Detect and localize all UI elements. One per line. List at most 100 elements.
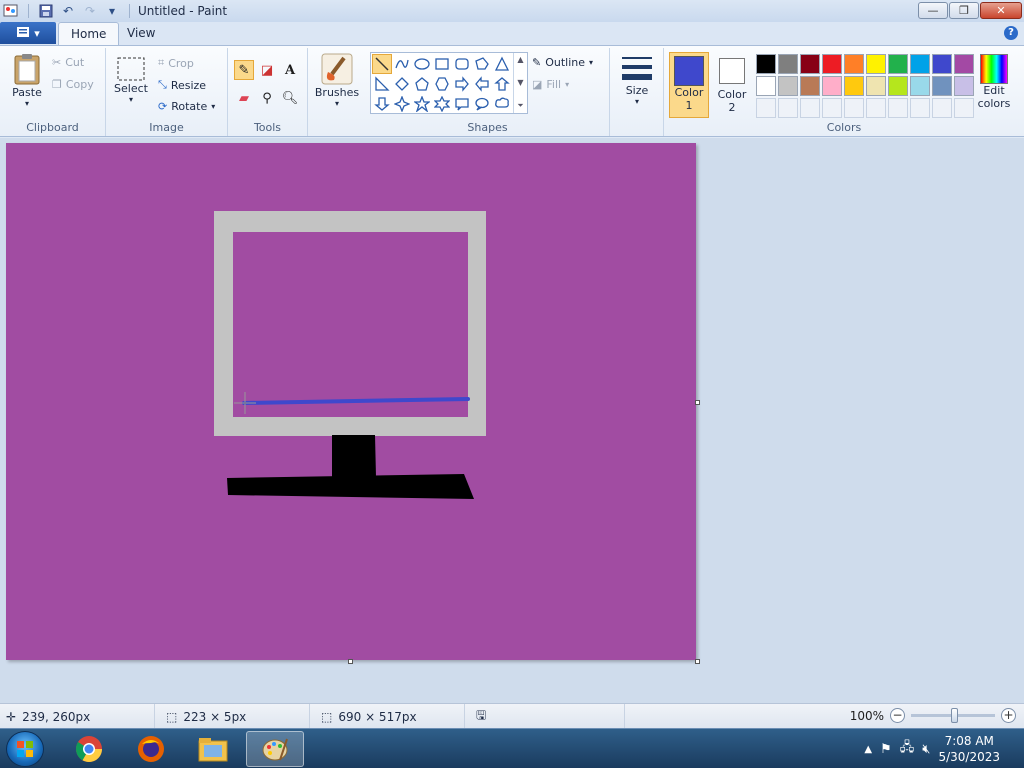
palette-swatch[interactable] — [866, 54, 886, 74]
size-button[interactable]: Size ▾ — [616, 54, 658, 106]
rounded-rectangle-shape-icon[interactable] — [452, 54, 472, 74]
zoom-slider-thumb[interactable] — [951, 708, 958, 723]
custom-color-slot[interactable] — [778, 98, 798, 118]
zoom-slider[interactable] — [911, 708, 995, 723]
polygon-shape-icon[interactable] — [472, 54, 492, 74]
paint-app-icon[interactable] — [2, 2, 20, 20]
pentagon-shape-icon[interactable] — [412, 74, 432, 94]
eraser-icon[interactable]: ▰ — [234, 88, 254, 108]
chevron-down-icon[interactable]: ▼ — [517, 78, 523, 87]
six-point-star-shape-icon[interactable] — [432, 94, 452, 114]
four-point-star-shape-icon[interactable] — [392, 94, 412, 114]
close-button[interactable]: ✕ — [980, 2, 1022, 19]
palette-swatch[interactable] — [910, 54, 930, 74]
chrome-taskbar-button[interactable] — [60, 731, 118, 767]
palette-swatch[interactable] — [932, 54, 952, 74]
triangle-shape-icon[interactable] — [492, 54, 512, 74]
palette-swatch[interactable] — [822, 54, 842, 74]
palette-swatch[interactable] — [822, 76, 842, 96]
color2-button[interactable]: Color 2 — [712, 52, 752, 118]
custom-color-slot[interactable] — [910, 98, 930, 118]
maximize-button[interactable]: ❐ — [949, 2, 979, 19]
palette-swatch[interactable] — [888, 54, 908, 74]
paste-button[interactable]: Paste ▾ — [8, 52, 46, 108]
rect-callout-shape-icon[interactable] — [452, 94, 472, 114]
rectangle-shape-icon[interactable] — [432, 54, 452, 74]
curve-shape-icon[interactable] — [392, 54, 412, 74]
magnifier-icon[interactable]: 🔍︎ — [280, 88, 300, 108]
copy-button[interactable]: ❐ Copy — [52, 78, 94, 91]
start-button[interactable] — [6, 731, 44, 767]
shapes-scrollbar[interactable]: ▲ ▼ ⏷ — [513, 53, 527, 113]
pencil-icon[interactable]: ✎ — [234, 60, 254, 80]
palette-swatch[interactable] — [756, 54, 776, 74]
action-center-icon[interactable]: ⚑ — [880, 742, 892, 757]
resize-button[interactable]: ⤡ Resize — [158, 78, 206, 92]
custom-color-slot[interactable] — [954, 98, 974, 118]
resize-handle-right[interactable] — [695, 400, 700, 405]
system-clock[interactable]: 7:08 AM 5/30/2023 — [938, 733, 1000, 765]
up-arrow-shape-icon[interactable] — [492, 74, 512, 94]
palette-swatch[interactable] — [800, 76, 820, 96]
expand-gallery-icon[interactable]: ⏷ — [517, 101, 523, 111]
resize-handle-bottom[interactable] — [348, 659, 353, 664]
custom-color-slot[interactable] — [888, 98, 908, 118]
cut-button[interactable]: ✂ Cut — [52, 56, 84, 69]
redo-icon[interactable]: ↷ — [81, 2, 99, 20]
firefox-taskbar-button[interactable] — [122, 731, 180, 767]
paint-taskbar-button[interactable] — [246, 731, 304, 767]
palette-swatch[interactable] — [932, 76, 952, 96]
custom-color-slot[interactable] — [844, 98, 864, 118]
tab-view[interactable]: View — [115, 22, 167, 45]
customize-toolbar-icon[interactable]: ▾ — [103, 2, 121, 20]
left-arrow-shape-icon[interactable] — [472, 74, 492, 94]
network-icon[interactable]: 🖧︎ — [900, 738, 915, 760]
palette-swatch[interactable] — [866, 76, 886, 96]
help-icon[interactable]: ? — [1004, 26, 1018, 40]
drawing-canvas[interactable] — [6, 143, 696, 660]
crop-button[interactable]: ⌗ Crop — [158, 56, 194, 70]
text-tool-icon[interactable]: A — [280, 60, 300, 80]
file-explorer-taskbar-button[interactable] — [184, 731, 242, 767]
tab-home[interactable]: Home — [58, 22, 120, 45]
palette-swatch[interactable] — [954, 76, 974, 96]
palette-swatch[interactable] — [844, 54, 864, 74]
palette-swatch[interactable] — [954, 54, 974, 74]
palette-swatch[interactable] — [910, 76, 930, 96]
show-hidden-icons-icon[interactable]: ▲ — [864, 744, 872, 755]
custom-color-slot[interactable] — [822, 98, 842, 118]
rotate-button[interactable]: ⟳ Rotate ▾ — [158, 100, 215, 113]
resize-handle-corner[interactable] — [695, 659, 700, 664]
volume-muted-icon[interactable]: 🔇︎ — [922, 742, 930, 757]
save-icon[interactable] — [37, 2, 55, 20]
custom-color-slot[interactable] — [932, 98, 952, 118]
palette-swatch[interactable] — [800, 54, 820, 74]
file-menu-button[interactable]: ▾ — [0, 22, 56, 44]
outline-button[interactable]: ✎ Outline ▾ — [532, 56, 593, 69]
palette-swatch[interactable] — [756, 76, 776, 96]
palette-swatch[interactable] — [778, 54, 798, 74]
fill-button[interactable]: ◪ Fill ▾ — [532, 78, 569, 91]
brushes-button[interactable]: Brushes ▾ — [314, 52, 360, 108]
zoom-out-icon[interactable]: − — [890, 708, 905, 723]
right-arrow-shape-icon[interactable] — [452, 74, 472, 94]
oval-shape-icon[interactable] — [412, 54, 432, 74]
minimize-button[interactable]: — — [918, 2, 948, 19]
cloud-callout-shape-icon[interactable] — [492, 94, 512, 114]
zoom-in-icon[interactable]: + — [1001, 708, 1016, 723]
palette-swatch[interactable] — [778, 76, 798, 96]
custom-color-slot[interactable] — [800, 98, 820, 118]
undo-icon[interactable]: ↶ — [59, 2, 77, 20]
palette-swatch[interactable] — [888, 76, 908, 96]
line-shape-icon[interactable] — [372, 54, 392, 74]
palette-swatch[interactable] — [844, 76, 864, 96]
down-arrow-shape-icon[interactable] — [372, 94, 392, 114]
right-triangle-shape-icon[interactable] — [372, 74, 392, 94]
edit-colors-button[interactable]: Edit colors — [974, 54, 1014, 110]
color1-button[interactable]: Color 1 — [669, 52, 709, 118]
diamond-shape-icon[interactable] — [392, 74, 412, 94]
chevron-up-icon[interactable]: ▲ — [517, 55, 523, 64]
hexagon-shape-icon[interactable] — [432, 74, 452, 94]
color-picker-icon[interactable]: ⚲ — [257, 88, 277, 108]
custom-color-slot[interactable] — [866, 98, 886, 118]
